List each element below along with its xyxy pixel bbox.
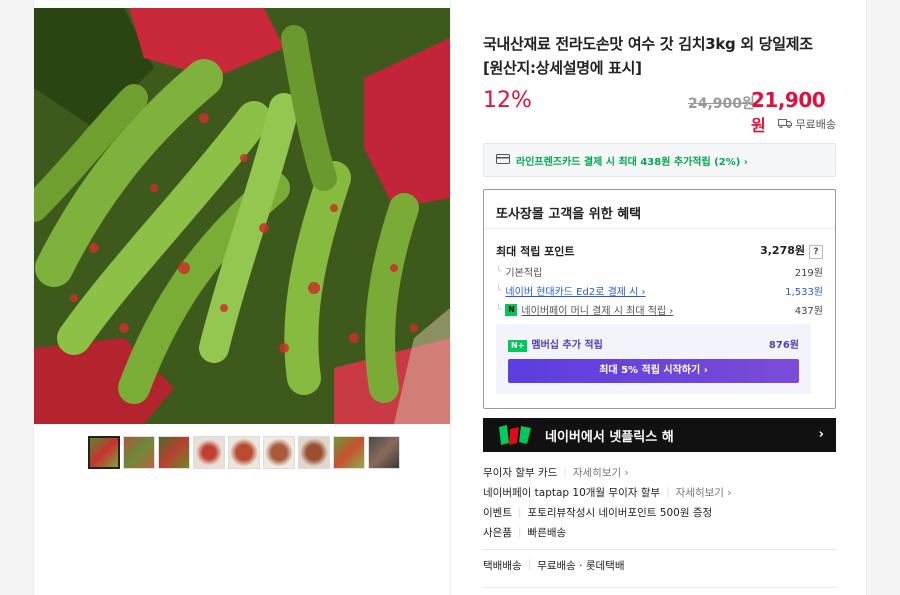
membership-label: 멤버십 추가 적립	[531, 340, 603, 351]
thumbnail-9[interactable]	[368, 436, 400, 469]
extra-row-label: 무이자 할부 카드	[483, 466, 558, 479]
points-row-basic: └ 기본적립 219원	[496, 264, 823, 280]
product-title: 국내산재료 전라도손맛 여수 갓 김치3kg 외 당일제조 [원산지:상세설명에…	[483, 35, 813, 77]
points-row-basic-value: 219원	[794, 268, 823, 279]
points-row-naverpay-label-wrap: └ N 네이버페이 머니 결제 시 최대 적립 ›	[496, 302, 673, 317]
separator: |	[517, 526, 522, 538]
thumbnail-6[interactable]	[263, 436, 295, 469]
thumbnail-3[interactable]	[158, 436, 190, 469]
extra-benefits-list: 무이자 할부 카드 | 자세히보기 › 네이버페이 taptap 10개월 무이…	[483, 462, 836, 542]
points-row-hyundai-label-wrap: └ 네이버 현대카드 Ed2로 결제 시 ›	[496, 283, 646, 299]
separator: |	[666, 486, 670, 498]
separator: |	[517, 506, 522, 518]
thumbnail-strip	[88, 436, 400, 469]
naverpay-icon: N	[505, 303, 518, 316]
separator: |	[563, 466, 567, 478]
section-divider	[483, 587, 836, 588]
original-price: 24,900원	[688, 96, 755, 112]
sale-price-unit: 원	[751, 116, 766, 135]
details-link[interactable]: 자세히보기 ›	[573, 465, 629, 480]
thumbnail-1[interactable]	[88, 436, 120, 469]
sale-price-value: 21,900	[751, 88, 826, 112]
credit-card-icon	[496, 153, 510, 167]
extra-row-label: 이벤트	[483, 506, 512, 519]
thumbnail-8[interactable]	[333, 436, 365, 469]
discount-rate: 12%	[483, 88, 532, 113]
delivery-label: 택배배송	[483, 560, 522, 572]
netflix-promo-logo-icon	[497, 423, 535, 447]
benefit-box: 또사장몰 고객을 위한 혜택 최대 적립 포인트 3,278원? └ 기본적립 2…	[483, 189, 836, 409]
help-icon[interactable]: ?	[809, 245, 823, 259]
card-benefit-banner[interactable]: 라인프렌즈카드 결제 시 최대 438원 추가적립 (2%) ›	[483, 143, 836, 177]
naver-plus-badge-icon: N+	[508, 340, 528, 352]
tree-branch-icon: └	[496, 285, 502, 296]
benefit-box-title: 또사장몰 고객을 위한 혜택	[484, 190, 835, 229]
points-row-naverpay-value: 437원	[794, 306, 823, 317]
card-benefit-text: 라인프렌즈카드 결제 시 최대 438원 추가적립 (2%) ›	[516, 156, 748, 168]
points-row-naverpay-label[interactable]: 네이버페이 머니 결제 시 최대 적립 ›	[521, 302, 673, 317]
extra-row-event: 이벤트 | 포토리뷰작성시 네이버포인트 500원 증정	[483, 502, 836, 522]
points-row-hyundai-label[interactable]: 네이버 현대카드 Ed2로 결제 시 ›	[505, 283, 645, 298]
points-row-hyundai-value: 1,533원	[785, 287, 823, 298]
extra-row-naverpay-taptap: 네이버페이 taptap 10개월 무이자 할부 | 자세히보기 ›	[483, 482, 836, 502]
product-main-image	[34, 8, 450, 424]
tree-branch-icon: └	[496, 304, 502, 315]
points-row-naverpay[interactable]: └ N 네이버페이 머니 결제 시 최대 적립 › 437원	[496, 302, 823, 317]
max-points-value: 3,278원	[760, 244, 805, 257]
banner-text: 네이버에서 넷플릭스 해	[545, 429, 674, 445]
netflix-banner[interactable]: 네이버에서 넷플릭스 해 ›	[483, 418, 836, 452]
thumbnail-7[interactable]	[298, 436, 330, 469]
max-points-value-wrap: 3,278원?	[760, 242, 823, 259]
section-divider	[483, 549, 836, 550]
points-row-hyundai-card[interactable]: └ 네이버 현대카드 Ed2로 결제 시 › 1,533원	[496, 283, 823, 299]
details-link[interactable]: 자세히보기 ›	[676, 485, 732, 500]
membership-row: N+ 멤버십 추가 적립 876원	[508, 336, 799, 352]
tree-branch-icon: └	[496, 266, 502, 277]
max-points-row: 최대 적립 포인트 3,278원?	[496, 242, 823, 259]
thumbnail-5[interactable]	[228, 436, 260, 469]
points-row-basic-label-wrap: └ 기본적립	[496, 264, 543, 280]
max-points-label: 최대 적립 포인트	[496, 244, 575, 258]
separator: |	[527, 558, 532, 570]
extra-row-label: 사은품	[483, 526, 512, 539]
membership-start-button[interactable]: 최대 5% 적립 시작하기 ›	[508, 359, 799, 383]
delivery-info: 택배배송 | 무료배송 · 롯데택배	[483, 558, 624, 573]
extra-row-installment-card: 무이자 할부 카드 | 자세히보기 ›	[483, 462, 836, 482]
membership-box: N+ 멤버십 추가 적립 876원 최대 5% 적립 시작하기 ›	[496, 324, 811, 394]
membership-value: 876원	[768, 340, 799, 351]
extra-row-gift: 사은품 | 빠른배송	[483, 522, 836, 542]
thumbnail-4[interactable]	[193, 436, 225, 469]
thumbnail-2[interactable]	[123, 436, 155, 469]
truck-icon	[777, 118, 792, 131]
chevron-right-icon: ›	[818, 427, 824, 442]
shipping-label: 무료배송	[795, 118, 836, 131]
membership-label-wrap: N+ 멤버십 추가 적립	[508, 336, 603, 352]
shipping-info: 무료배송	[777, 116, 836, 132]
delivery-value: 무료배송 · 롯데택배	[537, 560, 625, 572]
product-page: 국내산재료 전라도손맛 여수 갓 김치3kg 외 당일제조 [원산지:상세설명에…	[33, 0, 867, 595]
column-divider	[450, 0, 451, 595]
points-row-basic-label: 기본적립	[505, 268, 543, 279]
extra-row-value: 포토리뷰작성시 네이버포인트 500원 증정	[527, 506, 713, 519]
extra-row-label: 네이버페이 taptap 10개월 무이자 할부	[483, 486, 661, 499]
extra-row-value: 빠른배송	[527, 526, 567, 539]
